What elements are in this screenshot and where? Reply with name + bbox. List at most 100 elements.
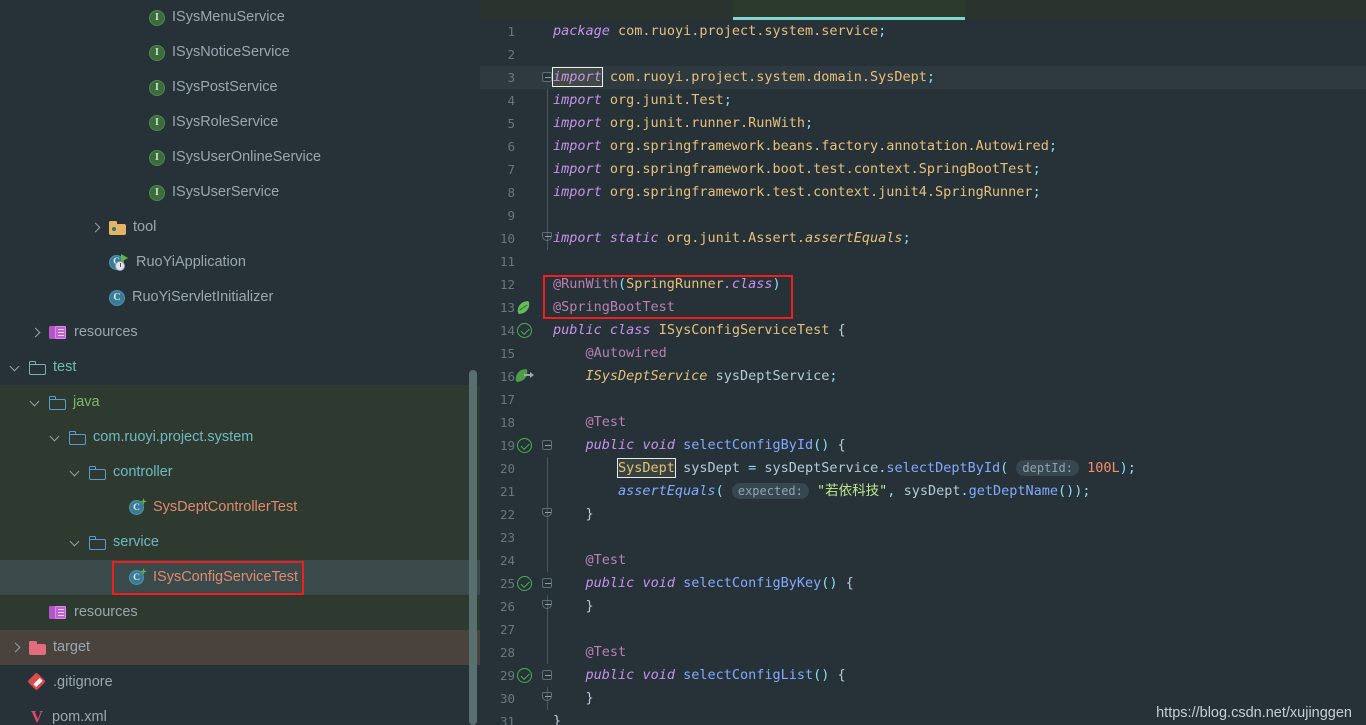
line-gutter[interactable] [512, 618, 538, 641]
code-line-18[interactable]: 18 @Test [480, 411, 1366, 434]
run-test-gutter-icon[interactable] [517, 668, 532, 683]
code-line-14[interactable]: 14 public class ISysConfigServiceTest { [480, 319, 1366, 342]
fold-column[interactable] [541, 457, 553, 480]
line-gutter[interactable] [512, 204, 538, 227]
run-test-gutter-icon[interactable] [517, 438, 532, 453]
chevron-right-icon[interactable] [30, 326, 43, 339]
project-tree-panel[interactable]: I ISysMenuService I ISysNoticeService I ISysP… [0, 0, 480, 725]
chevron-down-icon[interactable] [50, 431, 63, 444]
tree-item-controller[interactable]: controller [0, 455, 480, 490]
tree-item-isysnoticeservice[interactable]: I ISysNoticeService [0, 35, 480, 70]
tree-item-java[interactable]: java [0, 385, 480, 420]
code-line-7[interactable]: 7 import org.springframework.boot.test.co… [480, 158, 1366, 181]
line-gutter[interactable] [512, 43, 538, 66]
fold-column[interactable] [541, 411, 553, 434]
fold-end-icon[interactable] [542, 600, 552, 609]
tree-item-service[interactable]: service [0, 525, 480, 560]
fold-column[interactable] [541, 227, 553, 250]
code-line-17[interactable]: 17 [480, 388, 1366, 411]
fold-column[interactable] [541, 641, 553, 664]
line-gutter[interactable] [512, 273, 538, 296]
tree-item-ruoyiapplication[interactable]: C RuoYiApplication [0, 245, 480, 280]
spring-bean-gutter-icon[interactable] [515, 300, 532, 315]
fold-toggle-icon[interactable] [542, 72, 552, 82]
line-gutter[interactable] [512, 342, 538, 365]
fold-column[interactable] [541, 365, 553, 388]
line-gutter[interactable] [512, 526, 538, 549]
tree-item-isysuseronlineservice[interactable]: I ISysUserOnlineService [0, 140, 480, 175]
fold-column[interactable] [541, 43, 553, 66]
spring-autowired-gutter-icon[interactable] [513, 368, 535, 384]
fold-column[interactable] [541, 687, 553, 710]
tree-item-ruoyiservletinitializer[interactable]: C RuoYiServletInitializer [0, 280, 480, 315]
fold-column[interactable] [541, 135, 553, 158]
fold-column[interactable] [541, 296, 553, 319]
code-line-3[interactable]: 3 import com.ruoyi.project.system.domain.… [480, 66, 1366, 89]
editor-tab-strip[interactable] [480, 0, 1366, 20]
tree-item-com-ruoyi-project-system[interactable]: com.ruoyi.project.system [0, 420, 480, 455]
fold-toggle-icon[interactable] [542, 670, 552, 680]
tree-item-test[interactable]: test [0, 350, 480, 385]
code-line-24[interactable]: 24 @Test [480, 549, 1366, 572]
code-line-19[interactable]: 19 public void selectConfigById() { [480, 434, 1366, 457]
run-test-gutter-icon[interactable] [517, 576, 532, 591]
tree-item-sysdeptcontrollertest[interactable]: C SysDeptControllerTest [0, 490, 480, 525]
code-line-26[interactable]: 26 } [480, 595, 1366, 618]
code-line-5[interactable]: 5 import org.junit.runner.RunWith; [480, 112, 1366, 135]
tree-item-isysroleservice[interactable]: I ISysRoleService [0, 105, 480, 140]
tree-item-pom-xml[interactable]: Vpom.xml [0, 700, 480, 725]
line-gutter[interactable] [512, 319, 538, 342]
code-line-2[interactable]: 2 [480, 43, 1366, 66]
line-gutter[interactable] [512, 503, 538, 526]
run-test-gutter-icon[interactable] [517, 323, 532, 338]
chevron-down-icon[interactable] [70, 466, 83, 479]
line-gutter[interactable] [512, 687, 538, 710]
line-gutter[interactable] [512, 89, 538, 112]
code-line-10[interactable]: 10 import static org.junit.Assert.assertE… [480, 227, 1366, 250]
code-line-27[interactable]: 27 [480, 618, 1366, 641]
fold-column[interactable] [541, 342, 553, 365]
fold-end-icon[interactable] [542, 232, 552, 241]
line-gutter[interactable] [512, 641, 538, 664]
editor-tab-active[interactable] [733, 0, 965, 20]
fold-column[interactable] [541, 595, 553, 618]
code-lines-container[interactable]: 1 package com.ruoyi.project.system.servic… [480, 20, 1366, 725]
fold-column[interactable] [541, 549, 553, 572]
chevron-right-icon[interactable] [90, 221, 103, 234]
fold-column[interactable] [541, 526, 553, 549]
line-gutter[interactable] [512, 434, 538, 457]
fold-column[interactable] [541, 710, 553, 725]
fold-column[interactable] [541, 112, 553, 135]
fold-column[interactable] [541, 66, 553, 89]
line-gutter[interactable] [512, 158, 538, 181]
line-gutter[interactable] [512, 365, 538, 388]
project-tree-scrollbar[interactable] [469, 370, 477, 725]
code-line-1[interactable]: 1 package com.ruoyi.project.system.servic… [480, 20, 1366, 43]
chevron-down-icon[interactable] [70, 536, 83, 549]
line-gutter[interactable] [512, 296, 538, 319]
fold-column[interactable] [541, 434, 553, 457]
tree-item-target[interactable]: target [0, 630, 480, 665]
fold-column[interactable] [541, 572, 553, 595]
tree-item-isysuserservice[interactable]: I ISysUserService [0, 175, 480, 210]
tree-item-isyspostservice[interactable]: I ISysPostService [0, 70, 480, 105]
fold-toggle-icon[interactable] [542, 440, 552, 450]
line-gutter[interactable] [512, 20, 538, 43]
line-gutter[interactable] [512, 227, 538, 250]
code-line-11[interactable]: 11 [480, 250, 1366, 273]
line-gutter[interactable] [512, 66, 538, 89]
code-line-22[interactable]: 22 } [480, 503, 1366, 526]
fold-column[interactable] [541, 388, 553, 411]
code-line-16[interactable]: 16 ISysDeptService sysDeptService; [480, 365, 1366, 388]
code-line-8[interactable]: 8 import org.springframework.test.context… [480, 181, 1366, 204]
line-gutter[interactable] [512, 135, 538, 158]
fold-column[interactable] [541, 664, 553, 687]
code-line-9[interactable]: 9 [480, 204, 1366, 227]
code-editor[interactable]: 1 package com.ruoyi.project.system.servic… [480, 0, 1366, 725]
line-gutter[interactable] [512, 250, 538, 273]
line-gutter[interactable] [512, 572, 538, 595]
fold-column[interactable] [541, 480, 553, 503]
code-line-13[interactable]: 13 @SpringBootTest [480, 296, 1366, 319]
code-line-15[interactable]: 15 @Autowired [480, 342, 1366, 365]
line-gutter[interactable] [512, 388, 538, 411]
